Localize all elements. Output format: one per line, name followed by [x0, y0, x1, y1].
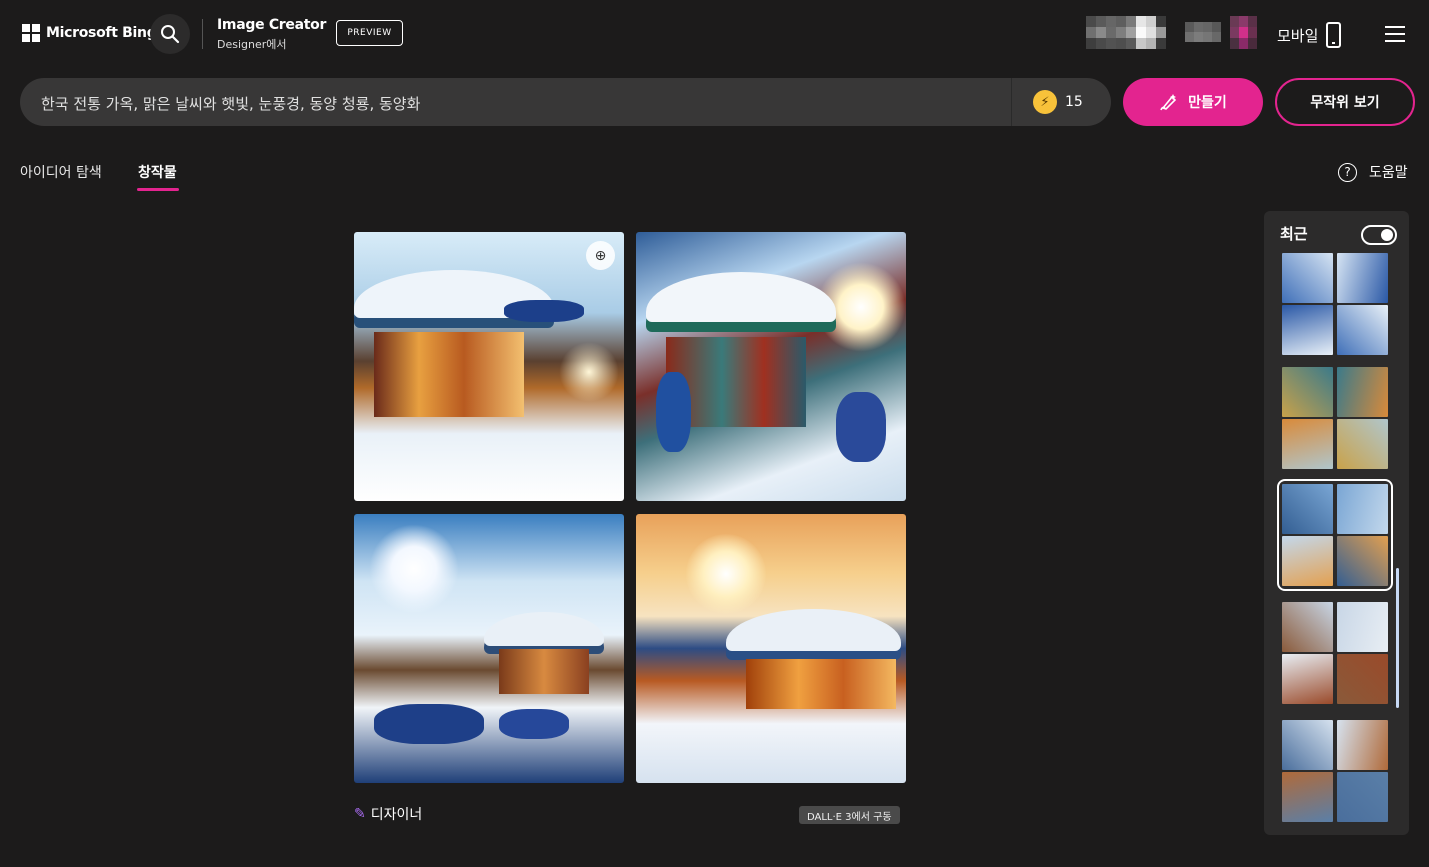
dragon-shape	[499, 709, 569, 739]
hanok-roof	[646, 272, 836, 322]
generated-image-1[interactable]: ⊕	[354, 232, 624, 501]
recent-scrollbar[interactable]	[1396, 568, 1399, 708]
recent-thumbnail[interactable]	[1282, 720, 1333, 770]
recent-thumbnail[interactable]	[1337, 772, 1388, 822]
help-label: 도움말	[1369, 165, 1408, 181]
recent-thumbnail[interactable]	[1337, 305, 1388, 355]
designer-link[interactable]: ✎ 디자이너	[354, 804, 422, 824]
lightning-icon: ⚡	[1033, 90, 1057, 114]
create-button[interactable]: 만들기	[1123, 78, 1263, 126]
redacted-avatar[interactable]	[1230, 16, 1257, 49]
brush-icon	[1160, 94, 1177, 111]
boost-count: 15	[1065, 94, 1083, 110]
recent-thumbnail[interactable]	[1337, 602, 1388, 652]
sun-glow	[686, 534, 766, 614]
recent-thumbnail[interactable]	[1282, 419, 1333, 469]
recent-creation-group[interactable]	[1282, 720, 1388, 822]
help-link[interactable]: ? 도움말	[1338, 162, 1408, 182]
recent-creation-group[interactable]	[1282, 602, 1388, 704]
bing-logo[interactable]: Microsoft Bing	[22, 24, 157, 42]
dragon-shape	[504, 300, 584, 322]
hanok-wall	[374, 332, 524, 417]
preview-badge: PREVIEW	[336, 20, 403, 46]
dragon-shape	[374, 704, 484, 744]
generated-image-3[interactable]	[354, 514, 624, 783]
recent-thumbnail[interactable]	[1282, 484, 1333, 534]
hamburger-menu-icon[interactable]	[1385, 26, 1405, 42]
header-divider	[202, 19, 203, 49]
help-icon: ?	[1338, 162, 1357, 182]
boost-counter[interactable]: ⚡ 15	[1033, 90, 1083, 114]
recent-thumbnail[interactable]	[1337, 720, 1388, 770]
recent-thumbnail[interactable]	[1282, 253, 1333, 303]
tab-creations[interactable]: 창작물	[138, 162, 177, 182]
active-tab-indicator	[137, 188, 179, 191]
hanok-roof	[484, 612, 604, 646]
recent-thumbnail[interactable]	[1337, 367, 1388, 417]
generated-image-2[interactable]	[636, 232, 906, 501]
phone-icon	[1326, 22, 1342, 48]
redacted-username[interactable]	[1086, 16, 1166, 49]
image-creator-brand[interactable]: Image Creator Designer에서	[217, 17, 326, 52]
recent-thumbnail[interactable]	[1282, 772, 1333, 822]
windows-logo-icon	[22, 24, 40, 42]
designer-icon: ✎	[354, 806, 366, 822]
surprise-me-button[interactable]: 무작위 보기	[1275, 78, 1415, 126]
save-to-collection-button[interactable]: ⊕	[586, 241, 615, 270]
mobile-label: 모바일	[1277, 26, 1319, 45]
generated-image-4[interactable]	[636, 514, 906, 783]
hanok-roof	[726, 609, 901, 651]
recent-thumbnail[interactable]	[1282, 305, 1333, 355]
recent-thumbnail[interactable]	[1337, 536, 1388, 586]
surprise-label: 무작위 보기	[1310, 95, 1380, 111]
dragon-shape	[836, 392, 886, 462]
recent-thumbnail[interactable]	[1282, 654, 1333, 704]
recent-thumbnail[interactable]	[1337, 253, 1388, 303]
recent-thumbnail[interactable]	[1282, 602, 1333, 652]
recent-panel: 최근	[1264, 211, 1409, 835]
recent-toggle[interactable]	[1361, 225, 1397, 245]
prompt-input[interactable]: 한국 전통 가옥, 맑은 날씨와 햇빛, 눈풍경, 동양 청룡, 동양화 ⚡ 1…	[20, 78, 1111, 126]
app-subtitle: Designer에서	[217, 38, 287, 51]
recent-thumbnail[interactable]	[1282, 536, 1333, 586]
recent-thumbnail[interactable]	[1337, 484, 1388, 534]
dalle-badge: DALL·E 3에서 구동	[799, 806, 900, 824]
search-button[interactable]	[150, 14, 190, 54]
prompt-divider	[1011, 78, 1012, 126]
recent-thumbnail[interactable]	[1282, 367, 1333, 417]
top-bar: Microsoft Bing Image Creator Designer에서 …	[0, 0, 1429, 68]
prompt-text[interactable]: 한국 전통 가옥, 맑은 날씨와 햇빛, 눈풍경, 동양 청룡, 동양화	[41, 93, 420, 114]
hanok-wall	[499, 649, 589, 694]
logo-text: Microsoft Bing	[46, 25, 157, 41]
recent-creation-group[interactable]	[1282, 253, 1388, 355]
redacted-rewards[interactable]	[1185, 22, 1221, 42]
dragon-shape	[656, 372, 691, 452]
recent-thumbnail[interactable]	[1337, 419, 1388, 469]
recent-creation-group[interactable]	[1277, 479, 1393, 591]
hanok-wall	[746, 659, 896, 709]
tab-explore-ideas[interactable]: 아이디어 탐색	[20, 162, 102, 182]
recent-thumbnail[interactable]	[1337, 654, 1388, 704]
search-icon	[161, 25, 180, 44]
recent-creation-group[interactable]	[1282, 367, 1388, 469]
create-label: 만들기	[1188, 95, 1227, 111]
sun-glow	[559, 342, 619, 402]
sun-glow	[369, 524, 459, 614]
designer-label: 디자이너	[370, 807, 423, 823]
app-title: Image Creator	[217, 17, 327, 33]
mobile-link[interactable]: 모바일	[1277, 22, 1342, 48]
recent-title: 최근	[1280, 225, 1308, 243]
